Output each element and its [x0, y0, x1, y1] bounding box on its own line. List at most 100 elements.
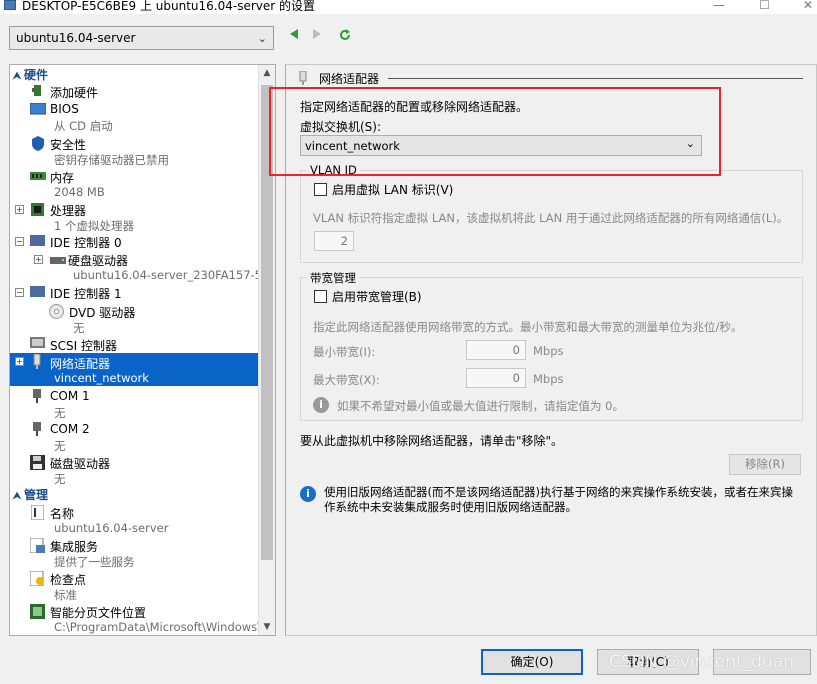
minimize-button[interactable]: — — [713, 0, 725, 12]
bandwidth-group-title: 带宽管理 — [307, 270, 359, 286]
sidebar-item-label: 添加硬件 — [50, 86, 99, 100]
collapse-icon[interactable]: − — [15, 237, 24, 246]
bandwidth-checkbox-label: 启用带宽管理(B) — [332, 290, 422, 304]
integration-services-icon — [29, 537, 46, 554]
scsi-controller-icon — [30, 337, 46, 351]
sidebar-item-sub: 2048 MB — [54, 185, 105, 199]
sidebar-item-label: 安全性 — [50, 138, 87, 152]
sidebar-item-label: COM 1 — [50, 389, 90, 403]
remove-button[interactable]: 移除(R) — [729, 454, 801, 475]
ok-button[interactable]: 确定(O) — [481, 649, 583, 675]
sidebar-item-ide-controller-1[interactable]: − IDE 控制器 1 — [10, 284, 258, 301]
legacy-adapter-info: 使用旧版网络适配器(而不是该网络适配器)执行基于网络的来宾操作系统安装，或者在来… — [324, 485, 793, 514]
settings-tree: ⮝ 硬件 添加硬件 BIOS 从 CD 启动 安全性 密钥存储驱动器已禁用 内存 … — [9, 64, 276, 636]
serial-port-icon — [31, 422, 47, 436]
expand-icon[interactable]: + — [15, 205, 24, 214]
sidebar-item-com2[interactable]: COM 2 无 — [10, 420, 258, 453]
sidebar-item-sub: 密钥存储驱动器已禁用 — [54, 153, 169, 167]
sidebar-item-label: 智能分页文件位置 — [50, 606, 147, 620]
sidebar-item-sub: 从 CD 启动 — [54, 119, 113, 133]
bandwidth-checkbox[interactable] — [314, 290, 327, 303]
vlan-checkbox[interactable] — [314, 183, 327, 196]
min-bandwidth-label: 最小带宽(I): — [313, 345, 376, 359]
sidebar-item-bios[interactable]: BIOS 从 CD 启动 — [10, 101, 258, 133]
max-bandwidth-label: 最大带宽(X): — [313, 373, 380, 387]
remove-description: 要从此虚拟机中移除网络适配器，请单击"移除"。 — [300, 434, 564, 448]
sidebar-item-dvd-drive[interactable]: DVD 驱动器 无 — [10, 302, 258, 335]
sidebar-item-security[interactable]: 安全性 密钥存储驱动器已禁用 — [10, 134, 258, 167]
ide-controller-icon — [30, 286, 46, 300]
sidebar-item-network-adapter[interactable]: + 网络适配器 vincent_network — [10, 353, 258, 386]
sidebar-item-label: 名称 — [50, 507, 75, 521]
checkpoint-icon — [29, 570, 46, 587]
collapse-icon[interactable]: − — [15, 288, 24, 297]
management-section-header[interactable]: ⮝ 管理 — [10, 486, 258, 502]
sidebar-item-label: IDE 控制器 1 — [50, 287, 122, 301]
min-bandwidth-input[interactable]: 0 — [466, 340, 526, 360]
sidebar-item-sub: C:\ProgramData\Microsoft\Windows\H... — [54, 620, 276, 634]
sidebar-item-checkpoints[interactable]: 检查点 标准 — [10, 569, 258, 602]
info-icon: i — [313, 397, 329, 413]
sidebar-item-label: 检查点 — [50, 573, 87, 587]
sidebar-item-label: COM 2 — [50, 422, 90, 436]
sidebar-item-sub: 无 — [73, 321, 85, 335]
sidebar-item-scsi-controller[interactable]: SCSI 控制器 — [10, 335, 258, 353]
maximize-button[interactable]: ☐ — [759, 0, 770, 12]
watermark: CSDN @vincent_duan — [609, 652, 794, 672]
ide-controller-icon — [30, 235, 46, 249]
panel-header: 网络适配器 — [319, 72, 380, 86]
network-adapter-header-icon — [298, 70, 308, 88]
expand-icon[interactable]: + — [15, 357, 24, 366]
sidebar-item-label: IDE 控制器 0 — [50, 236, 122, 250]
sidebar-item-label: 内存 — [50, 171, 75, 185]
sidebar-item-label: 处理器 — [50, 204, 87, 218]
dvd-icon — [49, 304, 65, 319]
max-bandwidth-input[interactable]: 0 — [466, 368, 526, 388]
vlan-checkbox-label: 启用虚拟 LAN 标识(V) — [332, 183, 454, 197]
add-hardware-icon — [31, 84, 47, 98]
shield-icon — [31, 136, 47, 151]
sidebar-item-ide-controller-0[interactable]: − IDE 控制器 0 — [10, 233, 258, 250]
sidebar-item-sub: 无 — [54, 406, 66, 420]
vlan-id-input[interactable]: 2 — [314, 231, 354, 251]
sidebar-item-label: 集成服务 — [50, 540, 99, 554]
sidebar-item-memory[interactable]: 内存 2048 MB — [10, 167, 258, 199]
floppy-disk-icon — [30, 455, 46, 470]
sidebar-item-sub: 无 — [54, 439, 66, 453]
sidebar-item-processor[interactable]: + 处理器 1 个虚拟处理器 — [10, 200, 258, 233]
highlight-annotation — [269, 87, 721, 176]
expand-icon[interactable]: + — [34, 255, 43, 264]
sidebar-item-hard-drive[interactable]: + 硬盘驱动器 ubuntu16.04-server_230FA157-51..… — [10, 251, 275, 283]
network-adapter-icon — [31, 353, 47, 369]
scroll-down-icon[interactable]: ▼ — [259, 619, 275, 635]
sidebar-item-add-hardware[interactable]: 添加硬件 — [10, 83, 258, 100]
hardware-section-header[interactable]: ⮝ 硬件 — [10, 66, 258, 82]
bandwidth-info-text: 如果不希望对最小值或最大值进行限制，请指定值为 0。 — [337, 399, 624, 413]
vm-selector-value: ubuntu16.04-server — [16, 31, 136, 45]
sidebar-item-disk-drive[interactable]: 磁盘驱动器 无 — [10, 453, 258, 486]
window-title: DESKTOP-E5C6BE9 上 ubuntu16.04-server 的设置 — [22, 0, 315, 13]
sidebar-item-integration-services[interactable]: 集成服务 提供了一些服务 — [10, 536, 258, 569]
close-button[interactable]: ✕ — [803, 0, 813, 12]
sidebar-item-label: SCSI 控制器 — [50, 339, 117, 353]
hard-drive-icon — [50, 254, 66, 268]
collapse-icon: ⮝ — [12, 71, 22, 82]
collapse-icon: ⮝ — [12, 491, 22, 502]
sidebar-item-com1[interactable]: COM 1 无 — [10, 387, 258, 420]
sidebar-item-label: 磁盘驱动器 — [50, 457, 111, 471]
info-icon: i — [300, 486, 316, 502]
sidebar-item-sub: 1 个虚拟处理器 — [54, 219, 134, 233]
title-bar: DESKTOP-E5C6BE9 上 ubuntu16.04-server 的设置… — [0, 0, 817, 14]
sidebar-item-smart-paging[interactable]: 智能分页文件位置 C:\ProgramData\Microsoft\Window… — [10, 602, 275, 634]
bandwidth-description: 指定此网络适配器使用网络带宽的方式。最小带宽和最大带宽的测量单位为兆位/秒。 — [313, 320, 743, 334]
scroll-up-icon[interactable]: ▲ — [259, 65, 275, 81]
max-bandwidth-unit: Mbps — [533, 372, 564, 386]
sidebar-item-label: DVD 驱动器 — [69, 306, 136, 320]
sidebar-item-label: BIOS — [50, 102, 79, 116]
refresh-icon[interactable] — [338, 28, 352, 46]
vm-selector[interactable]: ubuntu16.04-server ⌄ — [9, 26, 274, 50]
back-arrow-icon[interactable] — [289, 28, 299, 44]
smart-paging-icon — [30, 604, 46, 619]
forward-arrow-icon[interactable] — [312, 28, 322, 44]
sidebar-item-name[interactable]: 名称 ubuntu16.04-server — [10, 503, 258, 535]
